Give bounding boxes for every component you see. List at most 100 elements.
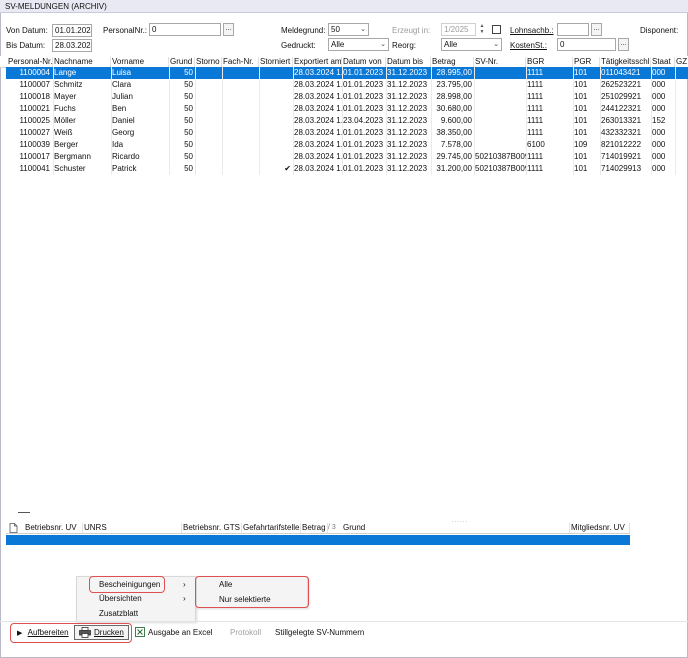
table-row[interactable]: 1100027 Weiß Georg 50 28.03.2024 1...01.01.2… [6, 127, 688, 139]
toolbar-divider [0, 621, 688, 622]
lower-col-betrag[interactable]: Betrag [301, 523, 328, 533]
lower-col-mitgliedsnr-uv[interactable]: Mitgliedsnr. UV [570, 523, 630, 533]
column-separator [526, 67, 527, 175]
column-separator [386, 67, 387, 175]
protokoll-button[interactable]: Protokoll [230, 627, 261, 639]
bis-datum-input[interactable]: 28.03.2024 [52, 39, 92, 52]
cell-fachnr [222, 163, 259, 175]
personalnr-input[interactable]: 0 [149, 23, 221, 36]
lower-col-betriebsnr-uv[interactable]: Betriebsnr. UV [24, 523, 83, 533]
col-header-bgr[interactable]: BGR [526, 57, 573, 67]
splitter-handle[interactable] [18, 512, 30, 513]
cell-exportiert: 28.03.2024 1... [294, 116, 342, 125]
lower-col-unrs[interactable]: UNRS [83, 523, 182, 533]
cell-storniert [259, 79, 293, 91]
menu-item-zusatzblatt[interactable]: Zusatzblatt [99, 608, 138, 620]
col-header-gz[interactable]: GZ [675, 57, 688, 67]
col-header-betrag[interactable]: Betrag [431, 57, 474, 67]
meldegrund-select[interactable]: 50 ⌄ [328, 23, 369, 36]
cell-nachname: Bergmann [54, 152, 91, 161]
col-header-grund[interactable]: Grund [169, 57, 195, 67]
cell-exportiert: 28.03.2024 1... [294, 92, 342, 101]
menu-item-uebersichten[interactable]: Übersichten [99, 593, 142, 605]
chevron-right-icon: › [183, 580, 186, 589]
disponent-label: Disponent: [640, 26, 679, 35]
col-header-datum-bis[interactable]: Datum bis [386, 57, 431, 67]
lower-table-selected-row[interactable] [6, 535, 630, 545]
cell-bgr: 1111 [527, 128, 544, 137]
cell-svnr [474, 91, 526, 103]
bis-datum-label: Bis Datum: [6, 41, 46, 50]
table-row[interactable]: 1100017BergmannRicardo5028.03.2024 1...0… [6, 151, 688, 163]
cell-betrag: 29.745,00 [436, 152, 472, 161]
erzeugt-spinner[interactable]: ▲ ▼ [478, 23, 486, 36]
kostenst-input[interactable]: 0 [557, 38, 616, 51]
col-header-staat[interactable]: Staat [651, 57, 675, 67]
cell-storniert [259, 67, 293, 79]
col-header-datum-von[interactable]: Datum von [342, 57, 386, 67]
cell-vorname: Luisa [112, 68, 132, 77]
cell-exportiert: 28.03.2024 1... [294, 152, 342, 161]
gedruckt-select[interactable]: Alle ⌄ [328, 38, 389, 51]
column-separator [259, 67, 260, 175]
cell-personalnr: 1100017 [19, 152, 50, 161]
highlight-box-submenu [195, 576, 309, 608]
erzeugt-checkbox[interactable] [492, 25, 501, 34]
lower-col-gefahrtarifstelle[interactable]: Gefahrtarifstelle [242, 523, 301, 533]
cell-exportiert: 28.03.2024 1... [294, 80, 342, 89]
cell-taetigkeit: 244122321 [601, 104, 642, 113]
cell-fachnr [222, 139, 259, 151]
von-datum-input[interactable]: 01.01.2024 [52, 24, 92, 37]
col-header-storniert[interactable]: Storniert [259, 57, 293, 67]
cell-taetigkeit: 251029921 [601, 92, 642, 101]
cell-fachnr [222, 151, 259, 163]
cell-storno [195, 67, 222, 79]
stillgelegte-button[interactable]: Stillgelegte SV-Nummern [275, 627, 364, 639]
personalnr-lookup-button[interactable]: ... [223, 23, 234, 36]
table-row[interactable]: 1100007 Schmitz Clara 50 28.03.2024 1...01.0… [6, 79, 688, 91]
reorg-select[interactable]: Alle ⌄ [441, 38, 502, 51]
col-header-personalnr[interactable]: Personal-Nr. [7, 57, 53, 67]
cell-betrag: 23.795,00 [436, 80, 472, 89]
cell-vorname: Ida [112, 140, 124, 149]
kostenst-lookup-button[interactable]: ... [618, 38, 629, 51]
erzeugt-input[interactable]: 1/2025 [441, 23, 476, 36]
cell-exportiert: 28.03.2024 1... [294, 104, 342, 113]
cell-nachname: Weiß [54, 128, 73, 137]
aufbereiten-button[interactable]: ▶ Aufbereiten [17, 627, 69, 640]
col-header-vorname[interactable]: Vorname [111, 57, 169, 67]
lower-col-grund[interactable]: Grund [342, 523, 570, 533]
excel-button[interactable]: Ausgabe an Excel [148, 627, 213, 639]
col-header-fachnr[interactable]: Fach-Nr. [222, 57, 259, 67]
lohnsachb-input[interactable] [557, 23, 589, 36]
cell-taetigkeit: 263013321 [601, 116, 642, 125]
cell-exportiert: 28.03.2024 1... [294, 164, 342, 173]
col-header-pgr[interactable]: PGR [573, 57, 600, 67]
cell-datum-von: 01.01.2023 [343, 92, 384, 101]
table-row[interactable]: 1100018 Mayer Julian 50 28.03.2024 1...01.01… [6, 91, 688, 103]
column-separator [573, 67, 574, 175]
col-header-taetigkeit[interactable]: Tätigkeitsschl. [600, 57, 651, 67]
col-header-nachname[interactable]: Nachname [53, 57, 111, 67]
table-row[interactable]: 1100004 Lange Luisa 50 28.03.2024 1...01.01.… [6, 67, 688, 79]
cell-staat: 000 [652, 92, 666, 101]
cell-personalnr: 1100004 [19, 68, 50, 77]
cell-bgr: 1111 [527, 92, 544, 101]
col-header-storno[interactable]: Storno [195, 57, 222, 67]
lohnsachb-lookup-button[interactable]: ... [591, 23, 602, 36]
play-icon: ▶ [17, 630, 23, 637]
table-row[interactable]: 1100041 Schuster Patrick 50 ✔28.03.2024 1...… [6, 163, 688, 175]
table-row[interactable]: 1100039 Berger Ida 50 28.03.2024 1...01.01.2… [6, 139, 688, 151]
cell-nachname: Schuster [54, 164, 86, 173]
table-row[interactable]: 1100025 Möller Daniel 50 28.03.2024 1...23.0… [6, 115, 688, 127]
col-header-svnr[interactable]: SV-Nr. [474, 57, 526, 67]
cell-staat: 000 [652, 140, 666, 149]
sort-index: 3 [331, 524, 336, 531]
cell-datum-von: 23.04.2023 [343, 116, 384, 125]
table-row[interactable]: 1100021 Fuchs Ben 50 28.03.2024 1...01.01.20… [6, 103, 688, 115]
lower-col-betriebsnr-gts[interactable]: Betriebsnr. GTS [182, 523, 242, 533]
cell-personalnr: 1100007 [19, 80, 50, 89]
cell-pgr: 101 [574, 116, 588, 125]
column-separator [169, 67, 170, 175]
col-header-exportiert[interactable]: Exportiert am [293, 57, 342, 67]
